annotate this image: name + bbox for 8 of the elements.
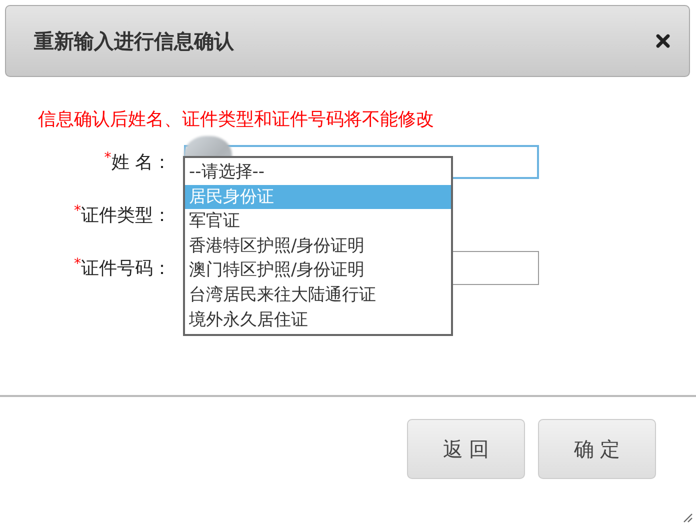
field-label: 证件号码：	[81, 258, 171, 279]
required-mark: *	[104, 150, 112, 166]
warning-message: 信息确认后姓名、证件类型和证件号码将不能修改	[38, 108, 435, 132]
required-mark: *	[74, 256, 81, 272]
required-mark: *	[74, 203, 81, 219]
field-label: 姓 名：	[111, 152, 171, 173]
dialog-title: 重新输入进行信息确认	[34, 28, 234, 54]
field-label: 证件类型：	[81, 205, 171, 226]
